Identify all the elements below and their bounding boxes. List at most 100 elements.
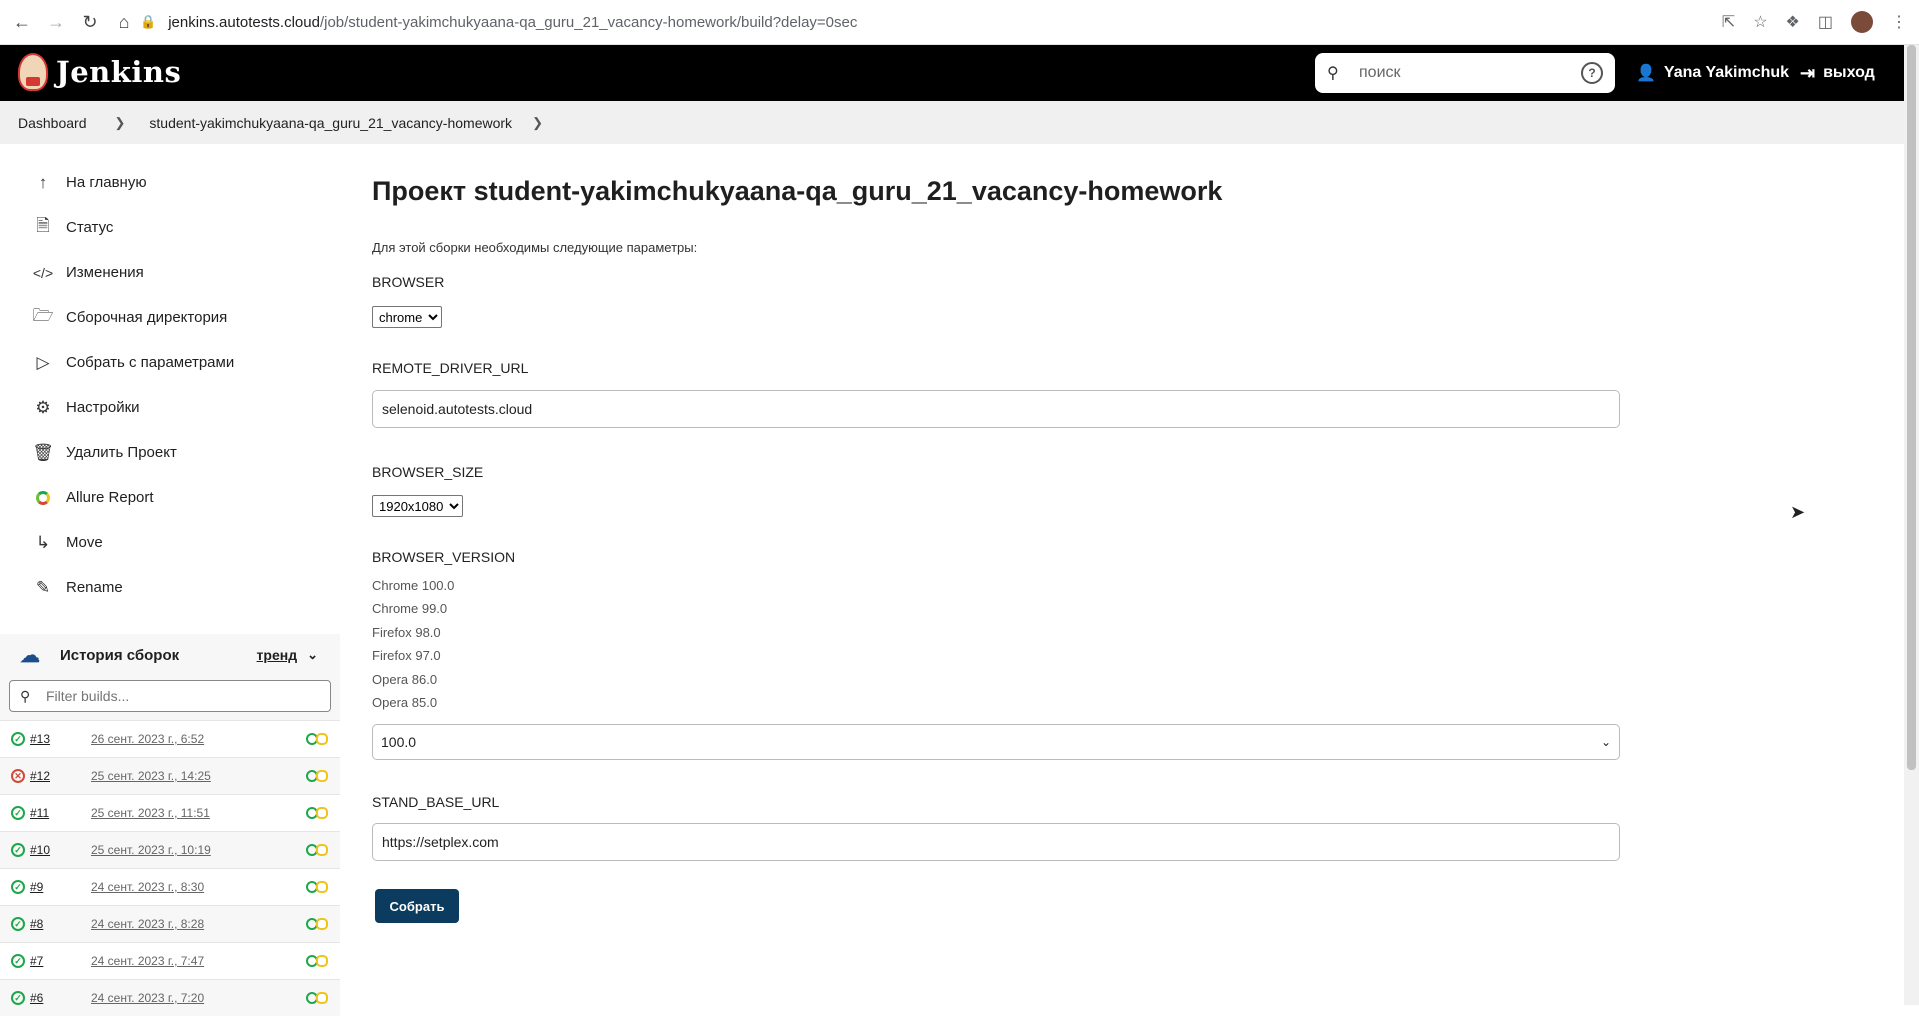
build-date-link[interactable]: 24 сент. 2023 г., 7:47 bbox=[91, 954, 204, 968]
breadcrumb: Dashboard ❯ student-yakimchukyaana-qa_gu… bbox=[0, 101, 1904, 144]
success-status-icon[interactable]: ✓ bbox=[11, 880, 25, 894]
gear-icon: ⚙ bbox=[35, 397, 51, 417]
search-input[interactable] bbox=[1357, 63, 1581, 83]
build-number-link[interactable]: #12 bbox=[30, 769, 85, 783]
help-icon[interactable]: ? bbox=[1581, 62, 1603, 84]
sidebar-item-delete[interactable]: 🗑 Удалить Проект bbox=[0, 430, 340, 475]
build-row: ✓ #6 24 сент. 2023 г., 7:20 bbox=[0, 979, 340, 1016]
browser-version-option-text: Opera 86.0 bbox=[372, 671, 438, 687]
success-status-icon[interactable]: ✓ bbox=[11, 843, 25, 857]
move-icon: ↳ bbox=[35, 532, 51, 552]
remote-driver-url-input[interactable] bbox=[372, 390, 1620, 428]
allure-report-icon[interactable] bbox=[306, 844, 328, 856]
page-title: Проект student-yakimchukyaana-qa_guru_21… bbox=[372, 176, 1223, 206]
build-date-link[interactable]: 25 сент. 2023 г., 11:51 bbox=[91, 806, 210, 820]
build-number-link[interactable]: #9 bbox=[30, 880, 85, 894]
success-status-icon[interactable]: ✓ bbox=[11, 806, 25, 820]
user-icon: 👤 bbox=[1636, 65, 1656, 82]
sidebar-item-label: Rename bbox=[66, 579, 123, 596]
chevron-right-icon[interactable]: ❯ bbox=[532, 115, 543, 131]
play-icon: ▷ bbox=[36, 352, 50, 372]
browser-version-select[interactable]: 100.0 ⌄ bbox=[372, 724, 1620, 760]
build-row: ✓ #10 25 сент. 2023 г., 10:19 bbox=[0, 831, 340, 868]
build-date-link[interactable]: 24 сент. 2023 г., 8:30 bbox=[91, 880, 204, 894]
build-number-link[interactable]: #7 bbox=[30, 954, 85, 968]
sidebar-item-workspace[interactable]: 🗁 Сборочная директория bbox=[0, 295, 340, 340]
scrollbar-thumb[interactable] bbox=[1907, 45, 1916, 770]
allure-report-icon[interactable] bbox=[306, 807, 328, 819]
sidebar-item-label: Изменения bbox=[66, 264, 144, 281]
build-date-link[interactable]: 25 сент. 2023 г., 10:19 bbox=[91, 843, 211, 857]
build-number-link[interactable]: #10 bbox=[30, 843, 85, 857]
build-number-link[interactable]: #8 bbox=[30, 917, 85, 931]
address-bar[interactable]: 🔒 jenkins.autotests.cloud/job/student-ya… bbox=[140, 6, 1700, 38]
sidebar-item-build-with-params[interactable]: ▷ Собрать с параметрами bbox=[0, 340, 340, 385]
trash-icon: 🗑 bbox=[32, 442, 54, 462]
logout-link[interactable]: ⇥ выход bbox=[1800, 45, 1875, 101]
chevron-down-icon[interactable]: ⌄ bbox=[307, 647, 318, 663]
logout-label: выход bbox=[1823, 64, 1875, 81]
jenkins-logo[interactable]: Jenkins bbox=[18, 53, 181, 91]
build-number-link[interactable]: #11 bbox=[30, 806, 85, 820]
params-intro: Для этой сборки необходимы следующие пар… bbox=[372, 240, 698, 255]
build-date-link[interactable]: 26 сент. 2023 г., 6:52 bbox=[91, 732, 204, 746]
success-status-icon[interactable]: ✓ bbox=[11, 732, 25, 746]
breadcrumb-dashboard[interactable]: Dashboard bbox=[18, 115, 87, 131]
allure-report-icon[interactable] bbox=[306, 992, 328, 1004]
share-icon[interactable]: ⇱ bbox=[1722, 12, 1735, 32]
build-number-link[interactable]: #6 bbox=[30, 991, 85, 1005]
browser-nav: ← → ↻ ⌂ bbox=[10, 0, 146, 44]
build-button[interactable]: Собрать bbox=[375, 889, 459, 923]
allure-report-icon[interactable] bbox=[306, 770, 328, 782]
build-row: ✓ #8 24 сент. 2023 г., 8:28 bbox=[0, 905, 340, 942]
allure-report-icon[interactable] bbox=[306, 955, 328, 967]
build-date-link[interactable]: 24 сент. 2023 г., 8:28 bbox=[91, 917, 204, 931]
sidebar-item-settings[interactable]: ⚙ Настройки bbox=[0, 385, 340, 430]
allure-report-icon[interactable] bbox=[306, 881, 328, 893]
search-icon: ⚲ bbox=[20, 687, 31, 704]
user-link[interactable]: 👤 Yana Yakimchuk bbox=[1636, 45, 1789, 101]
trend-link[interactable]: тренд bbox=[257, 647, 298, 663]
home-icon[interactable]: ⌂ bbox=[112, 10, 136, 34]
profile-avatar[interactable] bbox=[1851, 11, 1873, 33]
browser-select[interactable]: chrome bbox=[372, 306, 442, 328]
lock-icon: 🔒 bbox=[140, 14, 157, 29]
back-icon[interactable]: ← bbox=[10, 10, 34, 34]
sidebar-item-allure[interactable]: Allure Report bbox=[0, 475, 340, 520]
build-number-link[interactable]: #13 bbox=[30, 732, 85, 746]
success-status-icon[interactable]: ✓ bbox=[11, 991, 25, 1005]
browser-size-select[interactable]: 1920x1080 bbox=[372, 495, 463, 517]
sidebar: ↑ На главную 🗎 Статус </> Изменения 🗁 Сб… bbox=[0, 160, 340, 610]
filter-builds-input[interactable] bbox=[44, 687, 320, 705]
allure-report-icon[interactable] bbox=[306, 733, 328, 745]
success-status-icon[interactable]: ✓ bbox=[11, 954, 25, 968]
browser-size-label: BROWSER_SIZE bbox=[372, 464, 484, 480]
stand-base-url-input[interactable] bbox=[372, 823, 1620, 861]
breadcrumb-job[interactable]: student-yakimchukyaana-qa_guru_21_vacanc… bbox=[149, 115, 512, 131]
extensions-icon[interactable]: ❖ bbox=[1786, 12, 1800, 32]
forward-icon[interactable]: → bbox=[44, 10, 68, 34]
more-menu-icon[interactable]: ⋮ bbox=[1891, 12, 1907, 32]
mouse-cursor-icon: ➤ bbox=[1790, 502, 1806, 522]
failed-status-icon[interactable]: ✕ bbox=[11, 769, 25, 783]
sidebar-item-label: Статус bbox=[66, 219, 114, 236]
allure-report-icon[interactable] bbox=[306, 918, 328, 930]
sidebar-item-home[interactable]: ↑ На главную bbox=[0, 160, 340, 205]
sidebar-item-changes[interactable]: </> Изменения bbox=[0, 250, 340, 295]
sidebar-item-move[interactable]: ↳ Move bbox=[0, 520, 340, 565]
browser-version-label: BROWSER_VERSION bbox=[372, 549, 516, 565]
build-row: ✓ #7 24 сент. 2023 г., 7:47 bbox=[0, 942, 340, 979]
success-status-icon[interactable]: ✓ bbox=[11, 917, 25, 931]
build-date-link[interactable]: 24 сент. 2023 г., 7:20 bbox=[91, 991, 204, 1005]
browser-version-option-text: Chrome 99.0 bbox=[372, 601, 448, 617]
sidebar-item-rename[interactable]: ✎ Rename bbox=[0, 565, 340, 610]
document-icon: 🗎 bbox=[36, 216, 50, 235]
search-box: ⚲ ? bbox=[1315, 53, 1615, 93]
jenkins-butler-icon bbox=[18, 53, 48, 91]
star-icon[interactable]: ☆ bbox=[1753, 12, 1767, 32]
page-scrollbar[interactable] bbox=[1904, 45, 1919, 1005]
sidepanel-icon[interactable]: ◫ bbox=[1818, 12, 1833, 32]
build-date-link[interactable]: 25 сент. 2023 г., 14:25 bbox=[91, 769, 211, 783]
sidebar-item-status[interactable]: 🗎 Статус bbox=[0, 205, 340, 250]
reload-icon[interactable]: ↻ bbox=[78, 10, 102, 34]
